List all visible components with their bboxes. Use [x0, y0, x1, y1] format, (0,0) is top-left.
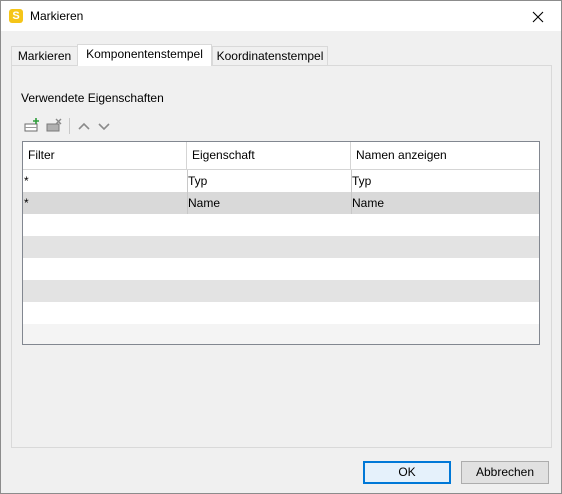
column-header-namen-anzeigen[interactable]: Namen anzeigen	[351, 142, 539, 169]
empty-row	[23, 280, 539, 302]
add-row-button[interactable]	[23, 117, 41, 135]
empty-row	[23, 324, 539, 344]
close-button[interactable]	[515, 1, 561, 31]
chevron-down-icon	[98, 123, 110, 131]
table-row[interactable]: * Typ Typ	[23, 170, 539, 192]
chevron-up-icon	[78, 122, 90, 130]
toolbar-separator	[69, 118, 70, 134]
move-up-button[interactable]	[75, 117, 93, 135]
cell-namen-anzeigen[interactable]: Name	[352, 192, 539, 214]
remove-row-button[interactable]	[45, 117, 63, 135]
column-header-filter[interactable]: Filter	[23, 142, 187, 169]
empty-row	[23, 258, 539, 280]
table-row[interactable]: * Name Name	[23, 192, 539, 214]
move-down-button[interactable]	[95, 117, 113, 135]
tab-koordinatenstempel[interactable]: Koordinatenstempel	[212, 46, 328, 65]
ok-button[interactable]: OK	[363, 461, 451, 484]
column-header-eigenschaft[interactable]: Eigenschaft	[187, 142, 351, 169]
table-header: Filter Eigenschaft Namen anzeigen	[23, 142, 539, 170]
add-row-icon	[24, 118, 39, 132]
cell-filter[interactable]: *	[23, 170, 187, 192]
tab-markieren[interactable]: Markieren	[11, 46, 78, 65]
cell-eigenschaft[interactable]: Typ	[188, 170, 351, 192]
cell-eigenschaft[interactable]: Name	[188, 192, 351, 214]
remove-row-icon	[46, 118, 62, 132]
cell-namen-anzeigen[interactable]: Typ	[352, 170, 539, 192]
window-title: Markieren	[30, 9, 84, 23]
properties-table: Filter Eigenschaft Namen anzeigen * Typ …	[22, 141, 540, 345]
close-icon	[532, 11, 544, 23]
tab-komponentenstempel[interactable]: Komponentenstempel	[77, 44, 212, 66]
title-bar: S Markieren	[1, 1, 561, 31]
empty-row	[23, 236, 539, 258]
empty-row	[23, 214, 539, 236]
cancel-button[interactable]: Abbrechen	[461, 461, 549, 484]
dialog-window: S Markieren Markieren Komponentenstempel…	[0, 0, 562, 494]
empty-row	[23, 302, 539, 324]
cell-filter[interactable]: *	[23, 192, 187, 214]
app-icon: S	[9, 9, 23, 23]
section-label: Verwendete Eigenschaften	[21, 91, 164, 105]
